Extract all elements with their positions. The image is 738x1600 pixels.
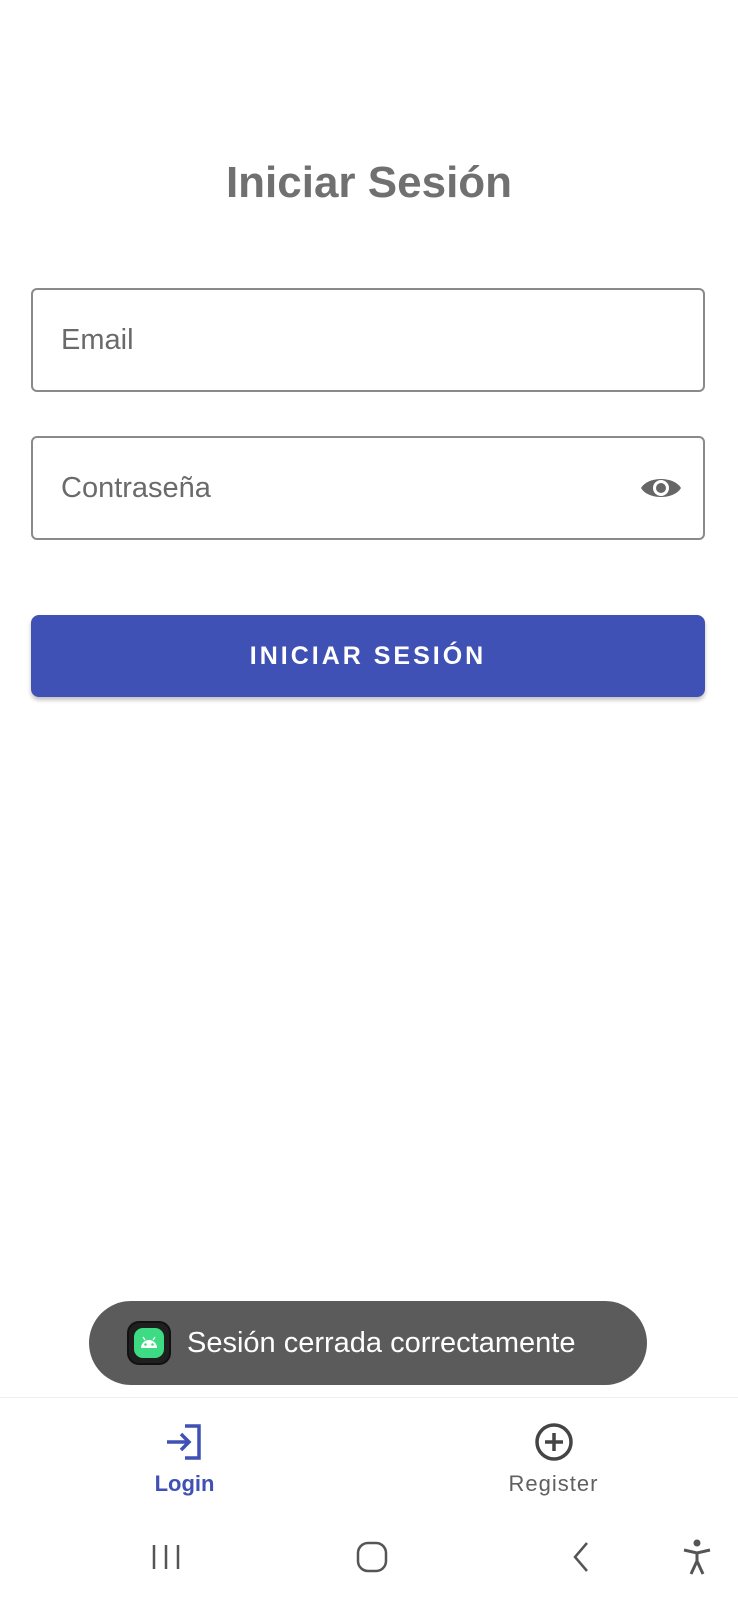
system-navigation-bar	[0, 1510, 738, 1600]
home-icon[interactable]	[347, 1532, 397, 1582]
add-circle-icon	[532, 1420, 576, 1464]
accessibility-icon[interactable]	[672, 1532, 722, 1582]
email-field-container[interactable]	[31, 288, 705, 392]
android-icon	[127, 1321, 171, 1365]
toast: Sesión cerrada correctamente	[89, 1301, 647, 1385]
back-icon[interactable]	[556, 1532, 606, 1582]
nav-label-register: Register	[508, 1471, 599, 1496]
password-input[interactable]	[61, 438, 621, 538]
nav-item-register[interactable]: Register	[369, 1398, 738, 1511]
page-title: Iniciar Sesión	[225, 158, 513, 207]
nav-item-login[interactable]: Login	[0, 1398, 369, 1511]
eye-icon[interactable]	[639, 468, 683, 508]
nav-label-login: Login	[154, 1471, 215, 1496]
password-field-container[interactable]	[31, 436, 705, 540]
toast-message: Sesión cerrada correctamente	[187, 1326, 576, 1359]
login-icon	[163, 1420, 207, 1464]
login-button[interactable]: INICIAR SESIÓN	[31, 615, 705, 697]
bottom-navigation: Login Register	[0, 1397, 738, 1511]
recents-icon[interactable]	[141, 1532, 191, 1582]
email-input[interactable]	[61, 290, 621, 390]
